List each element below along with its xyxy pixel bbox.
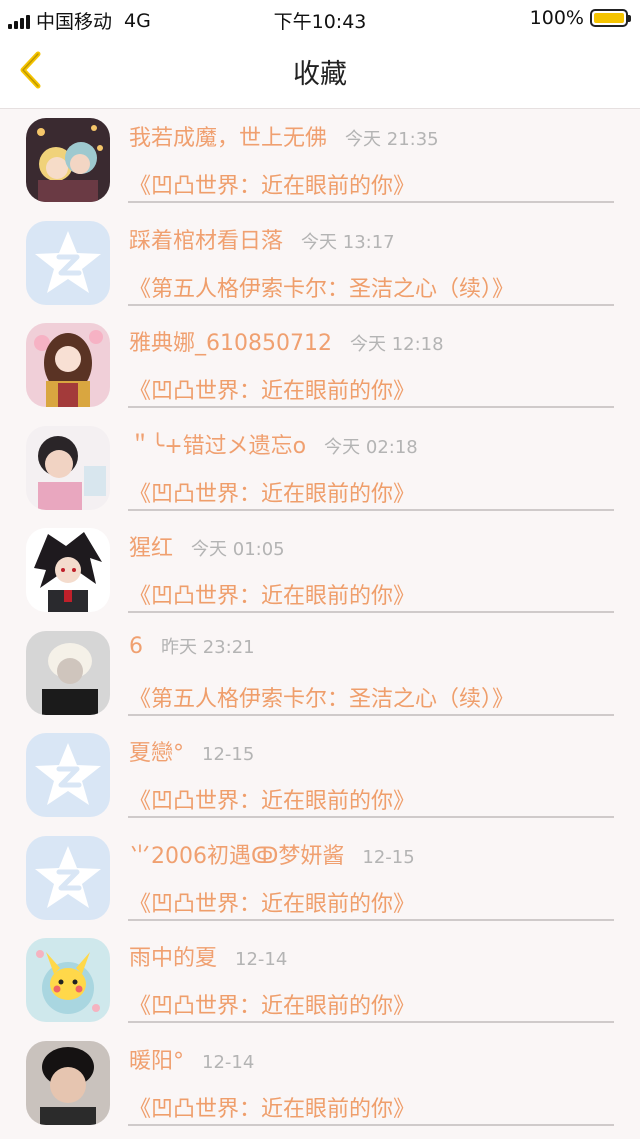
book-title[interactable]: 《凹凸世界：近在眼前的你》 (129, 783, 415, 815)
boy-photo-avatar (26, 1040, 110, 1125)
book-title[interactable]: 《第五人格伊索卡尔：圣洁之心（续）》 (129, 271, 514, 303)
avatar[interactable] (26, 528, 110, 612)
divider (128, 303, 614, 306)
nickname[interactable]: ⺌2006初遇ↂ梦妍酱 (129, 838, 344, 870)
timestamp: 今天 21:35 (345, 129, 439, 150)
battery-percent: 100% (529, 7, 584, 29)
favorite-item[interactable]: 暖阳° 12-14 《凹凸世界：近在眼前的你》 (0, 1035, 640, 1138)
nickname[interactable]: 猩红 (129, 530, 173, 562)
book-title[interactable]: 《第五人格伊索卡尔：圣洁之心（续）》 (129, 681, 514, 713)
favorite-item[interactable]: 雅典娜_610850712 今天 12:18 《凹凸世界：近在眼前的你》 (0, 317, 640, 420)
timestamp: 今天 01:05 (191, 539, 285, 560)
timestamp: 今天 02:18 (324, 436, 418, 458)
avatar[interactable] (26, 733, 110, 817)
favorite-item[interactable]: 夏戀° 12-15 《凹凸世界：近在眼前的你》 (0, 727, 640, 830)
divider (128, 816, 614, 818)
book-title[interactable]: 《凹凸世界：近在眼前的你》 (129, 1091, 415, 1123)
avatar[interactable] (26, 1040, 110, 1125)
name-line: 夏戀° 12-15 (129, 735, 254, 767)
avatar[interactable] (26, 220, 110, 305)
battery-icon (590, 9, 631, 27)
timestamp: 昨天 23:21 (161, 636, 255, 658)
divider (128, 918, 614, 921)
divider (128, 611, 614, 613)
avatar[interactable] (26, 425, 110, 510)
nickname[interactable]: 我若成魔，世上无佛 (129, 120, 327, 152)
timestamp: 12-14 (235, 949, 288, 970)
nickname[interactable]: 6 (129, 634, 143, 659)
favorite-item[interactable]: 我若成魔，世上无佛 今天 21:35 《凹凸世界：近在眼前的你》 (0, 112, 640, 215)
favorites-list: 我若成魔，世上无佛 今天 21:35 《凹凸世界：近在眼前的你》 踩着棺材看日落… (0, 112, 640, 1137)
default-qq-avatar (26, 220, 110, 305)
book-title[interactable]: 《凹凸世界：近在眼前的你》 (129, 476, 415, 508)
favorite-item[interactable]: ＂╰+错过メ遗忘o 今天 02:18 《凹凸世界：近在眼前的你》 (0, 420, 640, 523)
nickname[interactable]: ＂╰+错过メ遗忘o (129, 428, 306, 460)
nickname[interactable]: 暖阳° (129, 1043, 184, 1075)
nickname[interactable]: 雨中的夏 (129, 940, 217, 972)
divider (128, 406, 614, 408)
name-line: 踩着棺材看日落 今天 13:17 (129, 223, 395, 255)
name-line: 我若成魔，世上无佛 今天 21:35 (129, 120, 439, 152)
name-line: ＂╰+错过メ遗忘o 今天 02:18 (129, 428, 418, 460)
book-title[interactable]: 《凹凸世界：近在眼前的你》 (129, 373, 415, 405)
name-line: ⺌2006初遇ↂ梦妍酱 12-15 (129, 838, 415, 870)
name-line: 猩红 今天 01:05 (129, 530, 285, 562)
name-line: 雅典娜_610850712 今天 12:18 (129, 325, 444, 357)
timestamp: 今天 13:17 (301, 231, 395, 253)
blond-boy-avatar (26, 630, 110, 715)
anime-couple-avatar (26, 118, 110, 202)
anime-girl-avatar (26, 323, 110, 407)
status-right: 100% (529, 7, 631, 29)
favorite-item[interactable]: 雨中的夏 12-14 《凹凸世界：近在眼前的你》 (0, 932, 640, 1035)
favorite-item[interactable]: 猩红 今天 01:05 《凹凸世界：近在眼前的你》 (0, 522, 640, 625)
default-qq-avatar (26, 835, 110, 920)
status-bar: 中国移动 4G 下午10:43 100% (0, 0, 640, 36)
book-title[interactable]: 《凹凸世界：近在眼前的你》 (129, 168, 415, 200)
timestamp: 12-14 (202, 1051, 255, 1073)
pikachu-avatar (26, 938, 110, 1022)
timestamp: 12-15 (362, 846, 415, 868)
avatar[interactable] (26, 938, 110, 1022)
avatar[interactable] (26, 323, 110, 407)
avatar[interactable] (26, 118, 110, 202)
favorite-item[interactable]: ⺌2006初遇ↂ梦妍酱 12-15 《凹凸世界：近在眼前的你》 (0, 830, 640, 933)
book-title[interactable]: 《凹凸世界：近在眼前的你》 (129, 578, 415, 610)
divider (128, 201, 614, 203)
anime-boy-avatar (26, 528, 110, 612)
book-title[interactable]: 《凹凸世界：近在眼前的你》 (129, 988, 415, 1020)
nav-bar: 收藏 (0, 36, 640, 109)
page-title: 收藏 (293, 59, 347, 90)
battery-fill (594, 13, 624, 23)
nickname[interactable]: 雅典娜_610850712 (129, 325, 332, 357)
book-title[interactable]: 《凹凸世界：近在眼前的你》 (129, 886, 415, 918)
default-qq-avatar (26, 733, 110, 817)
avatar[interactable] (26, 630, 110, 715)
timestamp: 12-15 (202, 744, 255, 765)
name-line: 6 昨天 23:21 (129, 633, 255, 665)
favorite-item[interactable]: 踩着棺材看日落 今天 13:17 《第五人格伊索卡尔：圣洁之心（续）》 (0, 215, 640, 318)
name-line: 暖阳° 12-14 (129, 1043, 254, 1075)
girl-photo-avatar (26, 425, 110, 510)
divider (128, 508, 614, 511)
timestamp: 今天 12:18 (349, 334, 444, 355)
nickname[interactable]: 夏戀° (129, 735, 184, 767)
favorite-item[interactable]: 6 昨天 23:21 《第五人格伊索卡尔：圣洁之心（续）》 (0, 625, 640, 728)
nickname[interactable]: 踩着棺材看日落 (129, 223, 283, 255)
divider (128, 1123, 614, 1126)
divider (128, 713, 614, 716)
avatar[interactable] (26, 835, 110, 920)
name-line: 雨中的夏 12-14 (129, 940, 287, 972)
divider (128, 1021, 614, 1023)
